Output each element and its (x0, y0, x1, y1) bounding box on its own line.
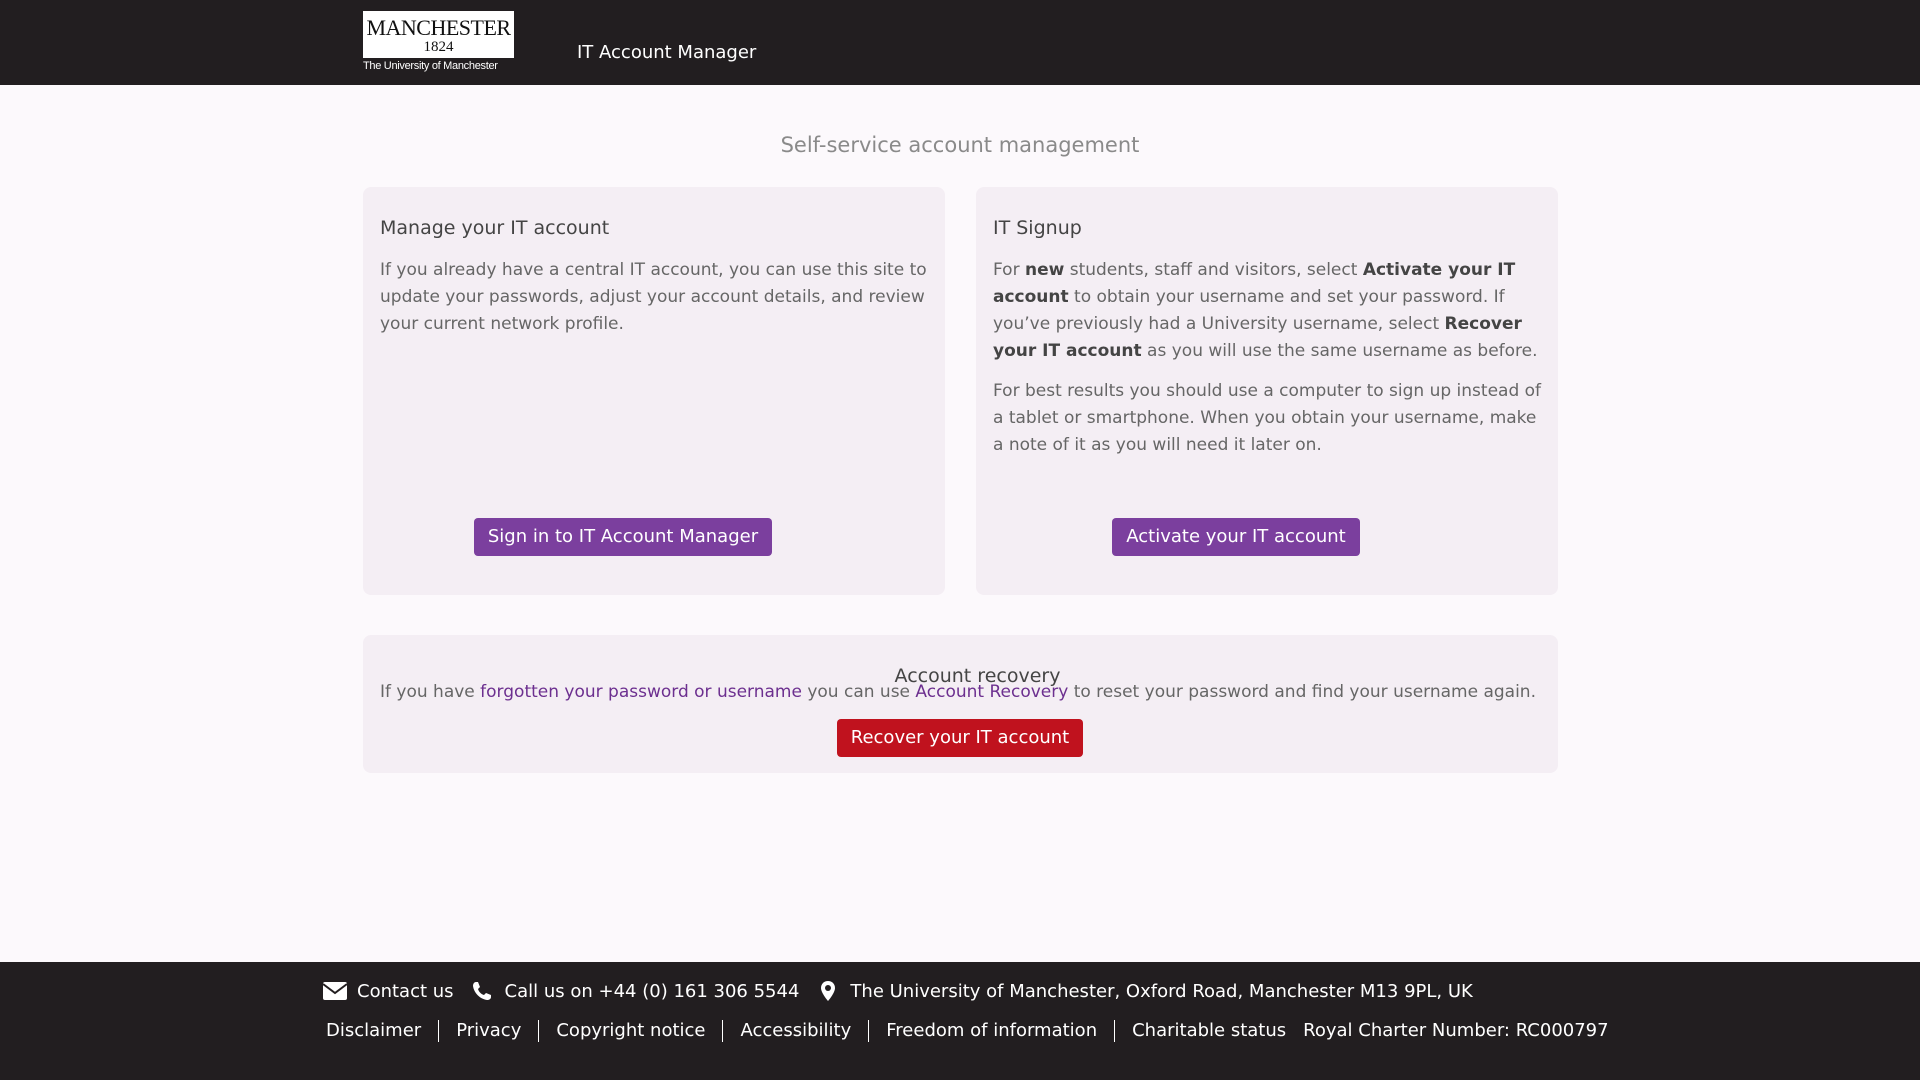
royal-charter-number: Royal Charter Number: RC000797 (1303, 1020, 1609, 1041)
footer-links-row: Disclaimer Privacy Copyright notice Acce… (326, 1017, 1609, 1045)
account-recovery-text: If you have forgotten your password or u… (380, 679, 1550, 706)
it-signup-body: For new students, staff and visitors, se… (993, 257, 1543, 459)
manage-account-card: Manage your IT account If you already ha… (363, 187, 945, 595)
forgotten-password-link[interactable]: forgotten your password or username (480, 682, 802, 702)
accessibility-link[interactable]: Accessibility (723, 1020, 870, 1042)
account-recovery-card: Account recovery If you have forgotten y… (363, 635, 1558, 773)
it-signup-paragraph-1: For new students, staff and visitors, se… (993, 257, 1543, 365)
text-segment: to reset your password and find your use… (1068, 682, 1536, 702)
text-segment: If you have (380, 682, 481, 702)
logo-subtitle: The University of Manchester (363, 60, 498, 72)
site-footer: Contact us Call us on +44 (0) 161 306 55… (0, 962, 1920, 1080)
text-segment: you can use (801, 682, 916, 702)
it-signup-paragraph-2: For best results you should use a comput… (993, 381, 1542, 455)
it-signup-title: IT Signup (993, 217, 1082, 239)
page-title: Self-service account management (780, 133, 1140, 157)
account-recovery-link[interactable]: Account Recovery (915, 682, 1068, 702)
activate-account-button[interactable]: Activate your IT account (1112, 518, 1360, 556)
university-logo[interactable]: MANCHESTER 1824 The University of Manche… (363, 11, 514, 75)
footer-contact-row: Contact us Call us on +44 (0) 161 306 55… (322, 976, 1489, 1006)
text-segment: students, staff and visitors, select (1064, 260, 1363, 280)
manage-account-text: If you already have a central IT account… (380, 260, 927, 334)
contact-us-link[interactable]: Contact us (357, 981, 454, 1002)
bold-new: new (1024, 260, 1065, 280)
disclaimer-link[interactable]: Disclaimer (326, 1020, 440, 1042)
text-segment: to obtain your username and set your pas… (993, 287, 1505, 334)
logo-wordmark: MANCHESTER (366, 15, 511, 40)
postal-address: The University of Manchester, Oxford Roa… (850, 980, 1473, 1002)
top-navigation-bar: MANCHESTER 1824 The University of Manche… (0, 0, 1920, 85)
envelope-icon (322, 980, 348, 1002)
charitable-status-link[interactable]: Charitable status (1115, 1020, 1303, 1042)
text-segment: as you will use the same username as bef… (1141, 341, 1538, 361)
copyright-notice-link[interactable]: Copyright notice (539, 1020, 724, 1042)
freedom-of-information-link[interactable]: Freedom of information (869, 1020, 1116, 1042)
privacy-link[interactable]: Privacy (439, 1020, 540, 1042)
text-segment: For (993, 260, 1025, 280)
manage-account-title: Manage your IT account (380, 217, 610, 239)
phone-number: Call us on +44 (0) 161 306 5544 (504, 980, 800, 1002)
app-title[interactable]: IT Account Manager (577, 42, 756, 64)
map-pin-icon (815, 980, 841, 1002)
logo-badge: MANCHESTER 1824 (363, 11, 514, 58)
phone-icon (470, 980, 496, 1002)
sign-in-button[interactable]: Sign in to IT Account Manager (474, 518, 772, 556)
logo-year: 1824 (423, 39, 454, 55)
it-signup-card: IT Signup For new students, staff and vi… (976, 187, 1558, 595)
recover-account-button[interactable]: Recover your IT account (837, 719, 1083, 757)
manage-account-body: If you already have a central IT account… (380, 257, 930, 338)
